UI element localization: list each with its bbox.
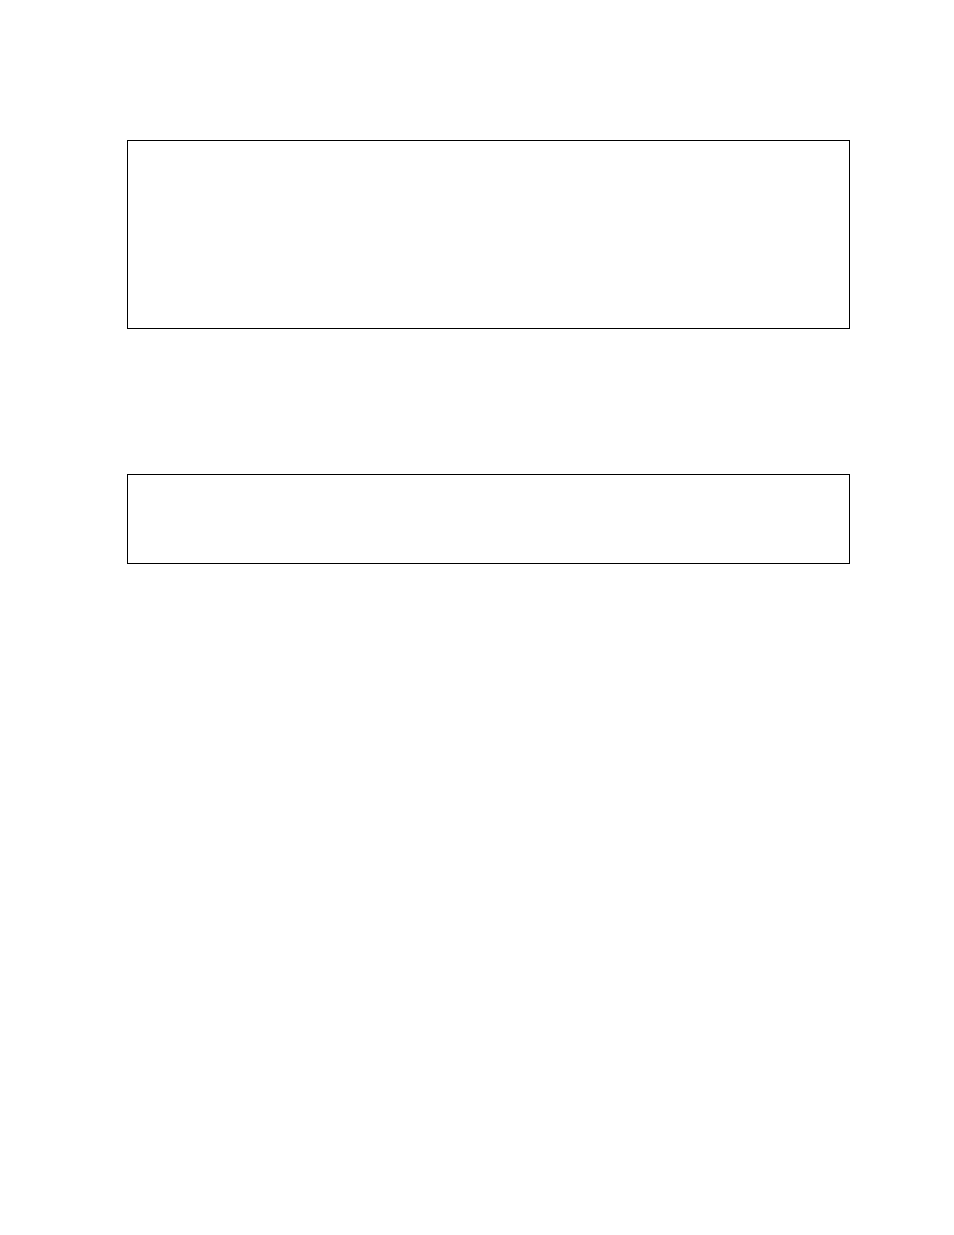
lower-rectangle-frame — [127, 474, 850, 564]
document-page — [0, 0, 954, 1235]
upper-rectangle-frame — [127, 140, 850, 329]
